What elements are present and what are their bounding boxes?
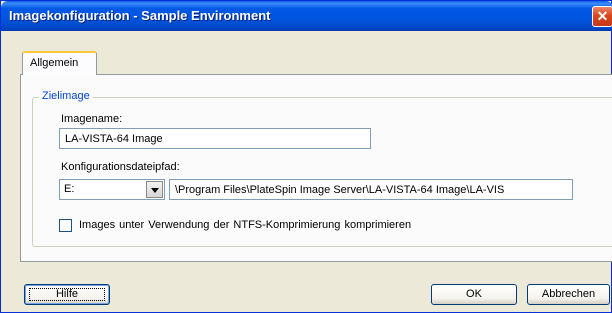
chevron-down-icon[interactable] — [146, 181, 163, 198]
window-title: Imagekonfiguration - Sample Environment — [9, 8, 271, 23]
help-button[interactable]: Hilfe — [24, 284, 110, 305]
tab-allgemein[interactable]: Allgemein — [22, 51, 97, 75]
close-icon[interactable]: ✕ — [592, 6, 612, 27]
title-bar[interactable]: Imagekonfiguration - Sample Environment … — [1, 1, 612, 31]
focus-ring — [29, 288, 105, 301]
dialog-window: Imagekonfiguration - Sample Environment … — [0, 0, 612, 313]
cancel-button[interactable]: Abbrechen — [527, 284, 610, 305]
drive-select-value: E: — [64, 183, 75, 195]
image-name-input[interactable]: LA-VISTA-64 Image — [59, 128, 371, 149]
config-path-label: Konfigurationsdateipfad: — [61, 161, 180, 173]
ok-button-label: OK — [466, 288, 482, 300]
groupbox-legend: Zielimage — [39, 90, 93, 102]
ok-button[interactable]: OK — [431, 284, 517, 305]
drive-select[interactable]: E: — [59, 179, 165, 200]
config-path-input[interactable]: \Program Files\PlateSpin Image Server\LA… — [169, 179, 573, 200]
compress-checkbox[interactable] — [59, 219, 72, 232]
compress-label[interactable]: Images unter Verwendung der NTFS-Komprim… — [79, 219, 411, 231]
image-name-label: Imagename: — [61, 113, 123, 125]
cancel-button-label: Abbrechen — [541, 288, 596, 300]
